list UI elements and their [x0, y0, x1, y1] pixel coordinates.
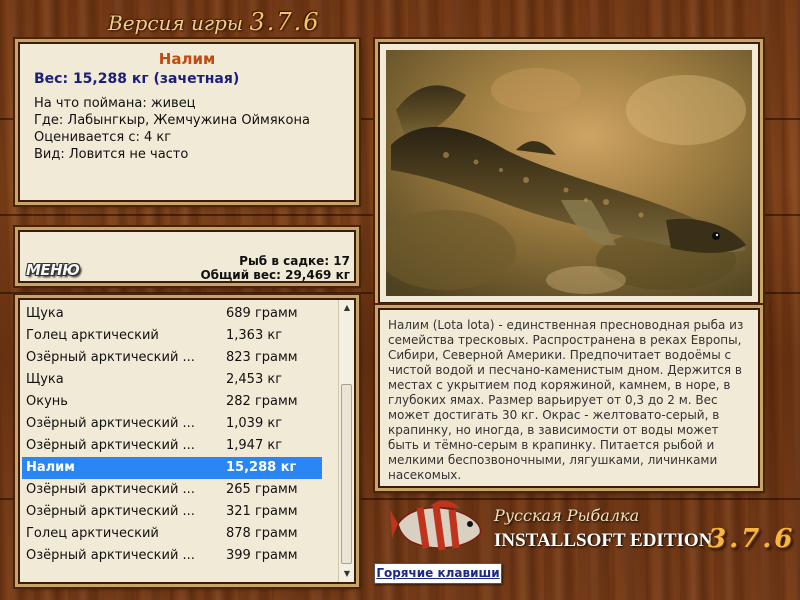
fish-list-row[interactable]: Озёрный арктический ... 1,947 кг	[22, 435, 322, 457]
fish-row-name: Щука	[26, 372, 64, 387]
version-number: 3.7.6	[249, 8, 321, 36]
fish-row-weight: 399 грамм	[226, 548, 298, 563]
fish-row-weight: 321 грамм	[226, 504, 298, 519]
fish-list-row[interactable]: Налим 15,288 кг	[22, 457, 322, 479]
fish-row-weight: 15,288 кг	[226, 460, 297, 475]
fish-row-name: Озёрный арктический ...	[26, 548, 195, 563]
fish-row-name: Голец арктический	[26, 328, 159, 343]
fish-list-row[interactable]: Озёрный арктический ... 265 грамм	[22, 479, 322, 501]
catch-fish-name: Налим	[158, 50, 216, 68]
fish-row-name: Озёрный арктический ...	[26, 416, 195, 431]
fish-row-weight: 823 грамм	[226, 350, 298, 365]
catch-info-panel: Налим Вес: 15,288 кг (зачетная) На что п…	[18, 42, 356, 202]
version-title-prefix: Версия игры	[108, 11, 244, 35]
fish-description: Налим (Lota lota) - единственная преснов…	[388, 318, 744, 482]
fish-list-row[interactable]: Окунь 282 грамм	[22, 391, 322, 413]
hotkeys-button[interactable]: Горячие клавиши	[374, 563, 502, 584]
fish-row-name: Озёрный арктический ...	[26, 482, 195, 497]
fish-row-weight: 1,039 кг	[226, 416, 283, 431]
fish-list-row[interactable]: Голец арктический 878 грамм	[22, 523, 322, 545]
fish-row-weight: 689 грамм	[226, 306, 298, 321]
fish-row-weight: 282 грамм	[226, 394, 298, 409]
fish-row-weight: 1,363 кг	[226, 328, 283, 343]
fish-list-row[interactable]: Озёрный арктический ... 399 грамм	[22, 545, 322, 567]
fish-row-weight: 265 грамм	[226, 482, 298, 497]
fish-list-row[interactable]: Озёрный арктический ... 823 грамм	[22, 347, 322, 369]
fish-list-row[interactable]: Озёрный арктический ... 321 грамм	[22, 501, 322, 523]
fish-row-name: Озёрный арктический ...	[26, 350, 195, 365]
fish-row-name: Озёрный арктический ...	[26, 504, 195, 519]
logo-fish-icon	[390, 500, 482, 551]
logo-edition: INSTALLSOFT EDITION	[494, 530, 713, 551]
fish-row-name: Окунь	[26, 394, 68, 409]
fish-list-row[interactable]: Щука 689 грамм	[22, 303, 322, 325]
fish-row-name: Щука	[26, 306, 64, 321]
catch-location: Где: Лабынгкыр, Жемчужина Оймякона	[34, 113, 310, 128]
fish-list: Щука 689 грамм Голец арктический 1,363 кг Оз…	[20, 300, 340, 582]
fish-photo-panel	[378, 42, 760, 304]
fish-list-row[interactable]: Голец арктический 1,363 кг	[22, 325, 322, 347]
game-logo: Русская Рыбалка INSTALLSOFT EDITION 3.7.…	[390, 492, 796, 562]
fish-row-name: Озёрный арктический ...	[26, 438, 195, 453]
catch-frequency: Вид: Ловится не часто	[34, 147, 189, 162]
fish-row-name: Налим	[26, 460, 75, 475]
catch-valued-from: Оценивается с: 4 кг	[34, 130, 172, 145]
total-weight: Общий вес: 29,469 кг	[200, 268, 350, 282]
fish-description-panel: Налим (Lota lota) - единственная преснов…	[378, 308, 760, 488]
catch-weight: Вес: 15,288 кг (зачетная)	[34, 71, 240, 87]
fish-list-row[interactable]: Щука 2,453 кг	[22, 369, 322, 391]
menu-button[interactable]: МЕНЮ	[26, 259, 84, 281]
fish-row-weight: 878 грамм	[226, 526, 298, 541]
fish-row-name: Голец арктический	[26, 526, 159, 541]
fish-list-row[interactable]: Озёрный арктический ... 1,039 кг	[22, 413, 322, 435]
fish-photo-image	[386, 50, 752, 296]
scroll-up-arrow-icon[interactable]: ▲	[339, 300, 355, 316]
keepnet-stats: Рыб в садке: 17 Общий вес: 29,469 кг	[200, 254, 350, 282]
logo-title: Русская Рыбалка	[494, 506, 640, 525]
catch-bait: На что поймана: живец	[34, 96, 196, 111]
fish-row-weight: 2,453 кг	[226, 372, 283, 387]
burbot-photo	[386, 50, 752, 296]
keepnet-fish-list: Щука 689 грамм Голец арктический 1,363 кг Оз…	[18, 298, 356, 584]
fish-count: Рыб в садке: 17	[239, 254, 350, 268]
scrollbar-thumb[interactable]	[341, 384, 352, 564]
scroll-down-arrow-icon[interactable]: ▼	[339, 566, 355, 582]
keepnet-stats-panel: МЕНЮ Рыб в садке: 17 Общий вес: 29,469 к…	[18, 230, 356, 283]
game-version-title: Версия игры 3.7.6	[108, 8, 321, 36]
list-scrollbar[interactable]: ▲ ▼	[338, 300, 354, 582]
fish-row-weight: 1,947 кг	[226, 438, 283, 453]
logo-version: 3.7.6	[708, 524, 796, 554]
